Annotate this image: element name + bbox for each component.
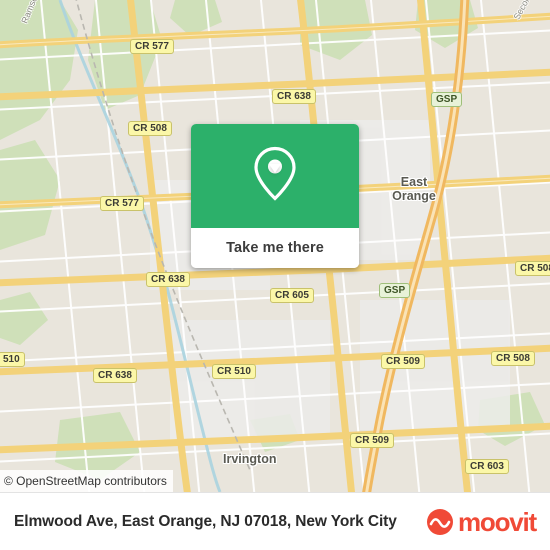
destination-popup[interactable]: Take me there [191, 124, 359, 268]
place-label-irvington: Irvington [223, 452, 276, 466]
popup-header [191, 124, 359, 228]
road-shield: CR 603 [465, 459, 509, 474]
road-shield: CR 509 [350, 433, 394, 448]
road-shield: CR 638 [93, 368, 137, 383]
road-shield: CR 508 [491, 351, 535, 366]
take-me-there-button[interactable]: Take me there [191, 228, 359, 268]
road-shield: CR 577 [130, 39, 174, 54]
place-label-line1: East [400, 175, 428, 189]
attribution-text: © OpenStreetMap contributors [4, 474, 167, 488]
map-pin-icon [254, 146, 296, 206]
road-shield: CR 508 [515, 261, 550, 276]
map-screen: CR 577 CR 638 GSP CR 508 CR 577 CR 638 C… [0, 0, 550, 550]
road-shield: CR 509 [381, 354, 425, 369]
place-label-line1: Irvington [223, 452, 277, 466]
road-shield: CR 510 [212, 364, 256, 379]
map-canvas[interactable]: CR 577 CR 638 GSP CR 508 CR 577 CR 638 C… [0, 0, 550, 492]
road-shield: GSP [379, 283, 411, 298]
road-shield: GSP [431, 92, 463, 107]
place-label-line2: Orange [392, 189, 436, 203]
road-shield: CR 508 [128, 121, 172, 136]
road-shield: 510 [0, 352, 25, 367]
road-shield: CR 605 [270, 288, 314, 303]
moovit-wordmark: moovit [457, 506, 537, 537]
bottom-bar: Elmwood Ave, East Orange, NJ 07018, New … [0, 492, 550, 550]
road-shield: CR 638 [146, 272, 190, 287]
place-label-east-orange: East Orange [379, 175, 449, 203]
moovit-wave-icon [426, 508, 453, 535]
popup-pointer [269, 164, 281, 173]
road-shield: CR 577 [100, 196, 144, 211]
road-shield: CR 638 [272, 89, 316, 104]
moovit-logo[interactable]: moovit [426, 506, 537, 537]
address-label: Elmwood Ave, East Orange, NJ 07018, New … [14, 512, 397, 530]
map-attribution[interactable]: © OpenStreetMap contributors [0, 470, 173, 492]
